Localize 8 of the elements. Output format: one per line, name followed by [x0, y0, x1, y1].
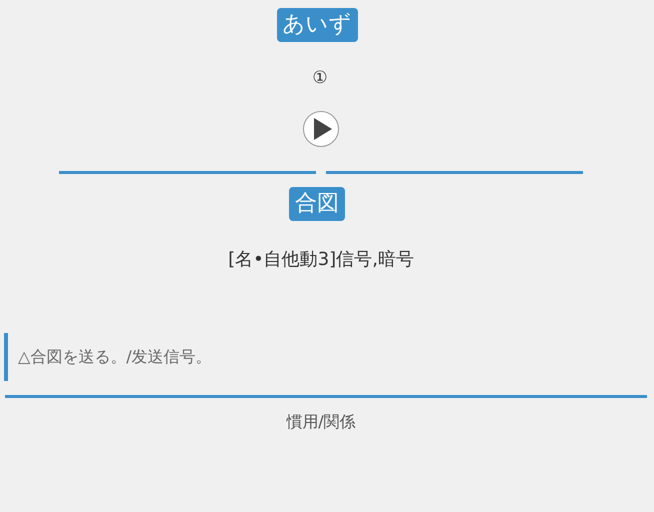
- example-sentence: △合図を送る。/发送信号。: [4, 333, 654, 381]
- word-badge: 合図: [289, 187, 345, 221]
- play-icon: [303, 111, 339, 147]
- accent-mark: ①: [311, 68, 329, 88]
- idiom-link[interactable]: 慣用/関係: [286, 412, 356, 431]
- definition-text: [名•自他動3]信号,暗号: [227, 248, 415, 271]
- reading-badge: あいず: [276, 8, 358, 42]
- play-button[interactable]: [303, 111, 339, 147]
